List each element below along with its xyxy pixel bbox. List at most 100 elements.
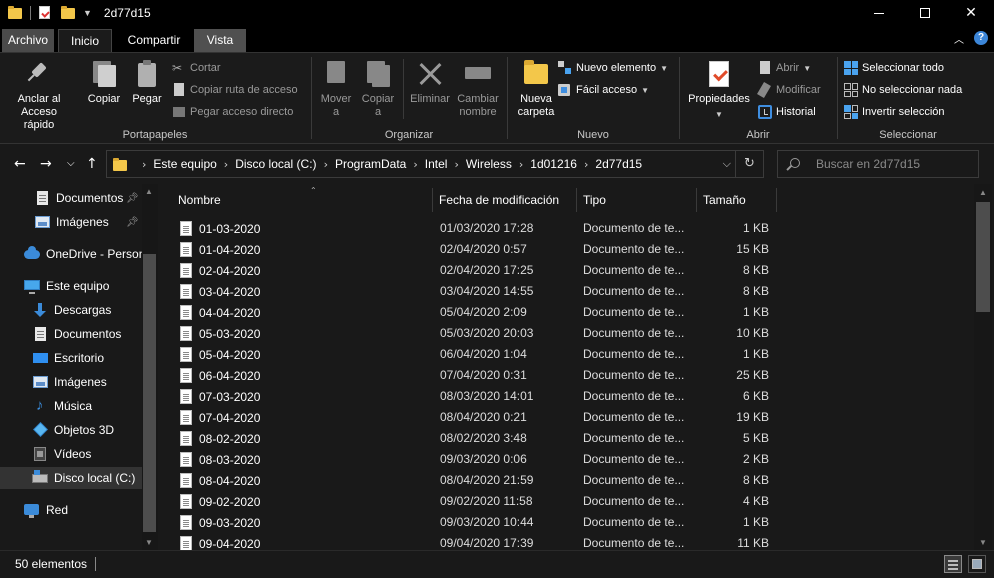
nav-item-imagenes[interactable]: Imágenes <box>0 371 142 393</box>
tab-inicio[interactable]: Inicio <box>58 29 112 52</box>
scroll-up-icon[interactable]: ▲ <box>979 188 987 197</box>
invert-selection-button[interactable]: Invertir selección <box>844 103 945 121</box>
breadcrumb-separator-icon[interactable]: › <box>413 158 417 171</box>
table-row[interactable]: 01-04-2020 02/04/2020 0:57 Documento de te… <box>158 239 948 260</box>
breadcrumb-separator-icon[interactable]: › <box>324 158 328 171</box>
open-button[interactable]: Abrir ▼ <box>758 59 811 77</box>
rename-button[interactable]: Cambiar nombre <box>454 59 502 119</box>
column-header-type[interactable]: Tipo <box>577 188 697 212</box>
tab-vista[interactable]: Vista <box>194 29 246 52</box>
breadcrumb-item[interactable]: Wireless <box>466 157 512 171</box>
new-item-button[interactable]: Nuevo elemento ▼ <box>558 59 668 77</box>
move-to-button[interactable]: Mover a <box>316 59 356 119</box>
nav-item-onedrive[interactable]: OneDrive - Person <box>0 243 142 265</box>
history-button[interactable]: Historial <box>758 103 816 121</box>
table-row[interactable]: 08-03-2020 09/03/2020 0:06 Documento de te… <box>158 449 948 470</box>
address-bar[interactable]: › Este equipo › Disco local (C:) › Progr… <box>106 150 764 178</box>
properties-icon[interactable] <box>39 6 53 20</box>
scroll-down-icon[interactable]: ▼ <box>145 538 153 547</box>
table-row[interactable]: 07-03-2020 08/03/2020 14:01 Documento de t… <box>158 386 948 407</box>
easy-access-button[interactable]: Fácil acceso ▼ <box>558 81 649 99</box>
recent-locations-chevron-icon[interactable]: ⌵ <box>67 154 75 174</box>
search-input[interactable] <box>816 151 976 177</box>
paste-shortcut-button[interactable]: Pegar acceso directo <box>172 103 293 121</box>
properties-button[interactable]: Propiedades ▼ <box>686 59 752 121</box>
copy-to-button[interactable]: Copiar a <box>358 59 398 119</box>
breadcrumb-separator-icon[interactable]: › <box>142 158 146 171</box>
new-folder-icon[interactable] <box>61 6 75 20</box>
select-all-button[interactable]: Seleccionar todo <box>844 59 944 77</box>
cut-button[interactable]: ✂ Cortar <box>172 59 221 77</box>
scrollbar-thumb[interactable] <box>976 202 990 312</box>
table-row[interactable]: 08-02-2020 08/02/2020 3:48 Documento de te… <box>158 428 948 449</box>
table-row[interactable]: 08-04-2020 08/04/2020 21:59 Documento de t… <box>158 470 948 491</box>
refresh-icon[interactable]: ↻ <box>735 151 763 177</box>
breadcrumb-separator-icon[interactable]: › <box>584 158 588 171</box>
pin-quick-access-button[interactable]: Anclar al Acceso rápido <box>6 59 72 132</box>
large-icons-view-button[interactable] <box>968 555 986 573</box>
up-arrow-icon[interactable]: ↑ <box>86 154 98 174</box>
breadcrumb-item[interactable]: 1d01216 <box>530 157 577 171</box>
customize-toolbar-chevron-icon[interactable]: ▼ <box>83 8 92 18</box>
maximize-button[interactable] <box>902 0 948 26</box>
breadcrumb-item[interactable]: 2d77d15 <box>595 157 642 171</box>
nav-item-imagenes-quick[interactable]: Imágenes 📌︎ <box>0 211 142 233</box>
table-row[interactable]: 09-02-2020 09/02/2020 11:58 Documento de t… <box>158 491 948 512</box>
search-box[interactable] <box>777 150 979 178</box>
breadcrumb-separator-icon[interactable]: › <box>454 158 458 171</box>
details-view-button[interactable] <box>944 555 962 573</box>
breadcrumb-item[interactable]: ProgramData <box>335 157 406 171</box>
table-row[interactable]: 09-03-2020 09/03/2020 10:44 Documento de t… <box>158 512 948 533</box>
collapse-ribbon-chevron-icon[interactable]: ︿ <box>954 31 964 46</box>
scroll-down-icon[interactable]: ▼ <box>979 538 987 547</box>
nav-item-disco-local[interactable]: Disco local (C:) <box>0 467 142 489</box>
help-icon[interactable]: ? <box>974 31 988 45</box>
paste-button[interactable]: Pegar <box>128 59 166 106</box>
table-row[interactable]: 05-03-2020 05/03/2020 20:03 Documento de t… <box>158 323 948 344</box>
pin-icon[interactable]: 📌︎ <box>126 217 139 228</box>
breadcrumb-item[interactable]: Este equipo <box>153 157 216 171</box>
scrollbar-thumb[interactable] <box>143 254 156 532</box>
tab-compartir[interactable]: Compartir <box>117 29 191 52</box>
copy-button[interactable]: Copiar <box>84 59 124 106</box>
nav-item-escritorio[interactable]: Escritorio <box>0 347 142 369</box>
nav-item-documentos[interactable]: Documentos <box>0 323 142 345</box>
table-row[interactable]: 06-04-2020 07/04/2020 0:31 Documento de te… <box>158 365 948 386</box>
column-header-size[interactable]: Tamaño <box>697 188 777 212</box>
copy-path-button[interactable]: Copiar ruta de acceso <box>172 81 298 99</box>
nav-item-documentos-quick[interactable]: Documentos 📌︎ <box>0 187 142 209</box>
table-row[interactable]: 01-03-2020 01/03/2020 17:28 Documento de t… <box>158 218 948 239</box>
pin-icon[interactable]: 📌︎ <box>126 193 139 204</box>
forward-arrow-icon[interactable]: → <box>40 154 52 174</box>
breadcrumb-item[interactable]: Intel <box>425 157 448 171</box>
tab-archivo[interactable]: Archivo <box>2 29 54 52</box>
nav-scrollbar[interactable]: ▲ ▼ <box>142 184 158 550</box>
column-header-name[interactable]: ⌃ Nombre <box>172 186 433 212</box>
breadcrumb-separator-icon[interactable]: › <box>224 158 228 171</box>
new-folder-button[interactable]: Nueva carpeta <box>512 59 560 119</box>
table-row[interactable]: 07-04-2020 08/04/2020 0:21 Documento de te… <box>158 407 948 428</box>
nav-item-descargas[interactable]: Descargas <box>0 299 142 321</box>
close-button[interactable]: ✕ <box>948 0 994 26</box>
minimize-button[interactable] <box>856 0 902 26</box>
delete-button[interactable]: Eliminar <box>407 59 453 106</box>
scroll-up-icon[interactable]: ▲ <box>145 187 153 196</box>
nav-item-red[interactable]: Red <box>0 499 142 521</box>
nav-item-este-equipo[interactable]: Este equipo <box>0 275 142 297</box>
address-history-chevron-icon[interactable]: ⌵ <box>723 157 731 171</box>
table-row[interactable]: 04-04-2020 05/04/2020 2:09 Documento de te… <box>158 302 948 323</box>
select-none-button[interactable]: No seleccionar nada <box>844 81 962 99</box>
table-row[interactable]: 05-04-2020 06/04/2020 1:04 Documento de te… <box>158 344 948 365</box>
column-header-date[interactable]: Fecha de modificación <box>433 188 577 212</box>
nav-item-objetos-3d[interactable]: Objetos 3D <box>0 419 142 441</box>
table-row[interactable]: 03-04-2020 03/04/2020 14:55 Documento de t… <box>158 281 948 302</box>
table-row[interactable]: 09-04-2020 09/04/2020 17:39 Documento de t… <box>158 533 948 550</box>
nav-item-videos[interactable]: Vídeos <box>0 443 142 465</box>
edit-button[interactable]: Modificar <box>757 81 821 99</box>
file-list-scrollbar[interactable]: ▲ ▼ <box>974 184 992 550</box>
back-arrow-icon[interactable]: ← <box>14 154 26 174</box>
table-row[interactable]: 02-04-2020 02/04/2020 17:25 Documento de t… <box>158 260 948 281</box>
nav-item-musica[interactable]: ♪ Música <box>0 395 142 417</box>
breadcrumb-separator-icon[interactable]: › <box>519 158 523 171</box>
breadcrumb-item[interactable]: Disco local (C:) <box>235 157 316 171</box>
